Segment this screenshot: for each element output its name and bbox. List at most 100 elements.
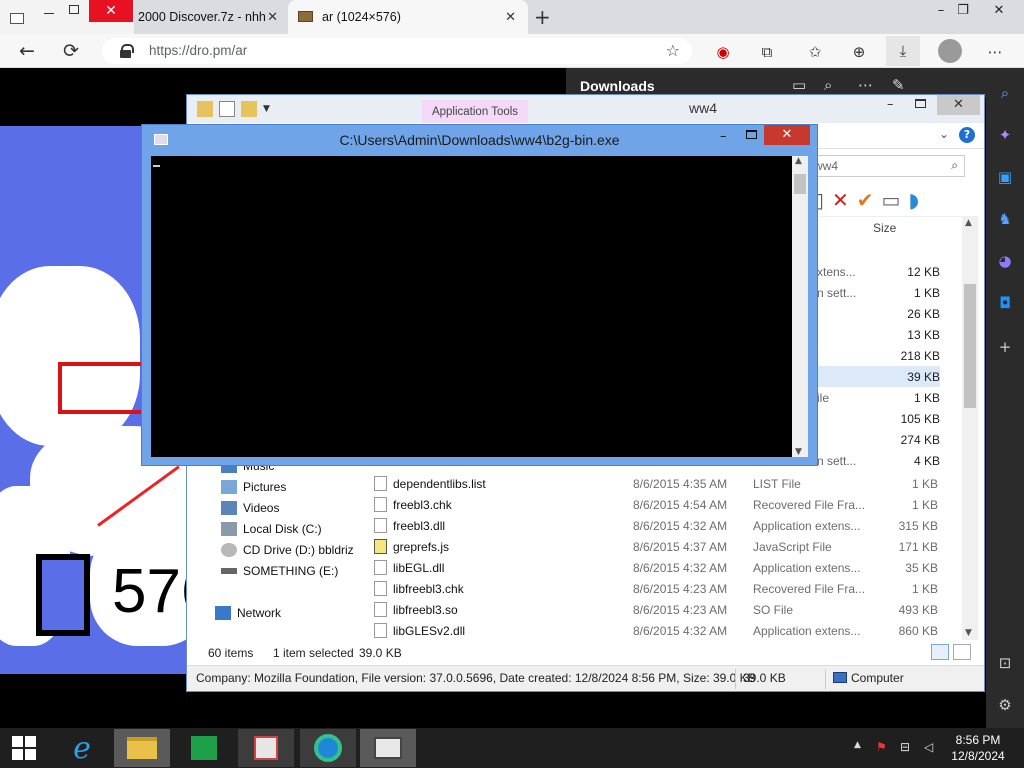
refresh-icon[interactable]: ⟳	[58, 39, 84, 63]
extensions-icon[interactable]: ⧉	[756, 42, 778, 62]
close-tab-icon[interactable]: ✕	[505, 9, 516, 25]
more-icon[interactable]: ⋯	[858, 76, 873, 94]
start-button[interactable]	[0, 729, 48, 767]
pin-icon[interactable]: ✎	[892, 76, 905, 94]
close-button[interactable]: ✕	[764, 125, 810, 145]
hide-sidebar-icon[interactable]: ⊡	[994, 652, 1016, 674]
large-icons-view-button[interactable]	[953, 644, 971, 660]
nav-item-pictures[interactable]: Pictures	[221, 480, 286, 494]
show-hidden-icons[interactable]: ▲	[854, 740, 861, 750]
list-item-selected[interactable]: 39 KB	[812, 366, 940, 387]
downloads-icon[interactable]: ⤓	[886, 36, 920, 66]
list-item[interactable]: ile 1 KB	[812, 387, 940, 408]
shopping-icon[interactable]: ▣	[994, 166, 1016, 188]
file-row[interactable]: libGLESv2.dll 8/6/2015 4:32 AM Application…	[372, 620, 962, 641]
search-icon[interactable]: ⌕	[824, 76, 832, 94]
restore-icon[interactable]: ❐	[946, 0, 980, 24]
favorites-icon[interactable]: ✩	[804, 42, 826, 62]
nav-item-videos[interactable]: Videos	[221, 501, 279, 515]
new-folder-icon[interactable]	[241, 101, 257, 117]
list-item[interactable]: xtens... 12 KB	[812, 261, 940, 282]
scroll-down-icon[interactable]: ▼	[965, 628, 972, 638]
edge-button[interactable]	[300, 729, 356, 767]
profile-avatar[interactable]	[938, 39, 962, 63]
back-icon[interactable]: ←	[14, 39, 40, 63]
office-icon[interactable]: ◕	[994, 250, 1016, 272]
file-row[interactable]: greprefs.js 8/6/2015 4:37 AM JavaScript Fi…	[372, 536, 962, 557]
add-favorite-icon[interactable]: ☆	[666, 41, 680, 60]
url-field[interactable]: https://dro.pm/ar ☆	[102, 38, 692, 64]
list-item[interactable]: 218 KB	[812, 345, 940, 366]
collections-icon[interactable]: ⊕	[848, 42, 870, 62]
store-button[interactable]	[176, 729, 232, 767]
list-item[interactable]: 105 KB	[812, 408, 940, 429]
list-item[interactable]: n sett... 1 KB	[812, 282, 940, 303]
customize-dropdown-icon[interactable]: ▼	[263, 104, 270, 114]
list-item[interactable]: 13 KB	[812, 324, 940, 345]
list-item[interactable]: 26 KB	[812, 303, 940, 324]
scroll-up-icon[interactable]: ▲	[965, 218, 972, 228]
search-icon[interactable]: ⌕	[994, 82, 1016, 104]
maximize-icon[interactable]	[915, 99, 926, 108]
help-icon[interactable]: ?	[959, 127, 975, 143]
settings-icon[interactable]: ⚙	[994, 694, 1016, 716]
close-tab-icon[interactable]: ✕	[267, 9, 278, 25]
nav-item-network[interactable]: Network	[215, 606, 281, 620]
file-row[interactable]: libfreebl3.chk 8/6/2015 4:23 AM Recovered …	[372, 578, 962, 599]
games-icon[interactable]: ♞	[994, 208, 1016, 230]
expand-ribbon-icon[interactable]: ⌄	[939, 127, 949, 141]
column-header-size[interactable]: Size	[873, 221, 896, 235]
close-window-icon[interactable]: ✕	[982, 0, 1016, 24]
close-button[interactable]: ✕	[89, 0, 133, 22]
add-icon[interactable]: +	[994, 336, 1016, 358]
application-tools-tab[interactable]: Application Tools	[422, 100, 528, 124]
file-row[interactable]: libEGL.dll 8/6/2015 4:32 AM Application ex…	[372, 557, 962, 578]
file-explorer-button[interactable]	[114, 729, 170, 767]
shell-icon[interactable]: ◗	[908, 187, 919, 213]
nav-item-something[interactable]: SOMETHING (E:)	[221, 564, 338, 578]
more-options-icon[interactable]: ⋯	[984, 42, 1006, 62]
properties-icon[interactable]	[219, 101, 235, 117]
file-row[interactable]: freebl3.dll 8/6/2015 4:32 AM Application e…	[372, 515, 962, 536]
copilot-icon[interactable]: ✦	[994, 124, 1016, 146]
properties-icon[interactable]: ▭	[882, 187, 901, 213]
tab-ar[interactable]: ar (1024×576) ✕	[288, 0, 528, 34]
maximize-icon[interactable]	[69, 5, 79, 14]
console-app-button[interactable]	[360, 729, 416, 767]
outlook-icon[interactable]: ◘	[994, 292, 1016, 314]
scroll-thumb[interactable]	[964, 284, 976, 408]
file-row[interactable]: libfreebl3.so 8/6/2015 4:23 AM SO File 493 …	[372, 599, 962, 620]
file-list-scrollbar[interactable]: ▲ ▼	[962, 216, 978, 640]
minimize-icon[interactable]	[44, 4, 54, 14]
file-row[interactable]: freebl3.chk 8/6/2015 4:54 AM Recovered Fil…	[372, 494, 962, 515]
action-center-icon[interactable]: ⚑	[876, 740, 887, 754]
console-output[interactable]	[151, 156, 792, 457]
checkmark-icon[interactable]: ✔	[857, 187, 874, 213]
maximize-icon[interactable]	[746, 130, 757, 139]
open-folder-icon[interactable]: ▭	[792, 76, 806, 94]
clock[interactable]: 8:56 PM 12/8/2024	[946, 732, 1010, 764]
close-button[interactable]: ✕	[937, 95, 980, 115]
ublock-icon[interactable]: ◉	[712, 42, 734, 62]
app-button[interactable]	[238, 729, 294, 767]
network-status-icon[interactable]: ⊟	[900, 740, 910, 754]
console-scrollbar[interactable]: ▲ ▼	[792, 156, 808, 457]
new-tab-button[interactable]: +	[534, 5, 551, 29]
scroll-down-icon[interactable]: ▼	[795, 447, 802, 457]
scroll-thumb[interactable]	[794, 174, 806, 194]
volume-icon[interactable]: ◁	[924, 740, 933, 754]
nav-item-cd-drive[interactable]: CD Drive (D:) bbldriz	[221, 543, 354, 557]
videos-icon	[221, 501, 237, 515]
details-view-button[interactable]	[931, 644, 949, 660]
file-row[interactable]: dependentlibs.list 8/6/2015 4:35 AM LIST F…	[372, 473, 962, 494]
list-item[interactable]: 274 KB	[812, 429, 940, 450]
nav-item-local-disk[interactable]: Local Disk (C:)	[221, 522, 322, 536]
minimize-icon[interactable]: –	[887, 97, 894, 112]
list-item[interactable]: n sett... 4 KB	[812, 450, 940, 471]
tab-discover[interactable]: 2000 Discover.7z - nhh ✕	[134, 0, 286, 34]
delete-icon[interactable]: ✕	[832, 187, 849, 213]
search-input[interactable]: ww4 ⌕	[807, 155, 965, 177]
internet-explorer-button[interactable]: e	[54, 729, 110, 767]
minimize-icon[interactable]: –	[720, 129, 727, 144]
scroll-up-icon[interactable]: ▲	[795, 156, 802, 166]
